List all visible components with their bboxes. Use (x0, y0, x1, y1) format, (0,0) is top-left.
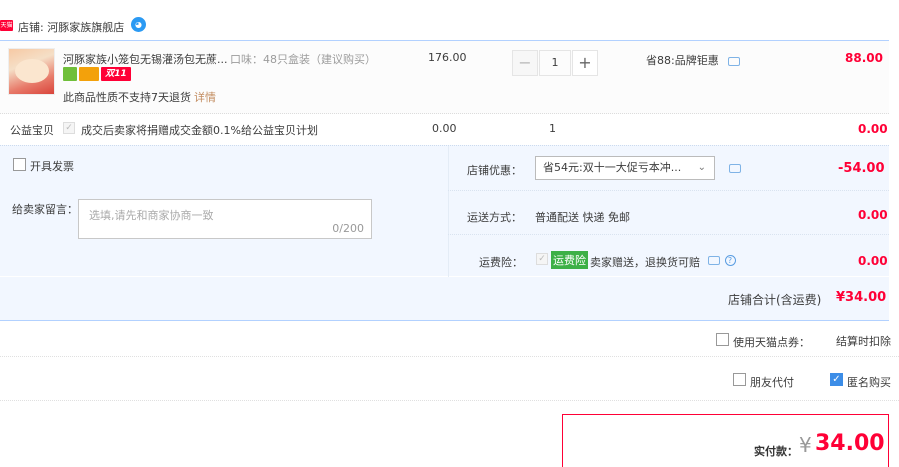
seller-message-counter: 0/200 (332, 222, 364, 235)
anonymous-purchase-label: 匿名购买 (847, 376, 891, 389)
charity-checkbox: ✓ (63, 122, 75, 134)
shop-coupon-select[interactable]: 省54元:双十一大促亏本冲... ⌄ (535, 156, 715, 180)
row-divider (448, 234, 889, 235)
item-subtotal: 88.00 (845, 51, 883, 65)
shipping-insurance-amount: 0.00 (858, 254, 888, 268)
shop-coupon-amount: -54.00 (838, 161, 885, 176)
shipping-insurance-label: 运费险： (479, 256, 523, 269)
invoice-checkbox[interactable] (13, 158, 26, 171)
double-eleven-badge: 双11 (101, 67, 131, 81)
order-item-row: 河豚家族小笼包无锡灌汤包无蔗... 口味：48只盒装（建议购买） 双11 此商品… (0, 40, 889, 114)
tmall-points-label: 使用天猫点券： (733, 336, 810, 349)
chevron-down-icon: ⌄ (697, 162, 706, 173)
shop-name-link[interactable]: 店铺: 河豚家族旗舰店 (18, 19, 124, 35)
unit-price: 176.00 (428, 51, 467, 64)
charity-quantity: 1 (549, 122, 556, 135)
friend-pay-checkbox[interactable] (733, 373, 746, 386)
tmall-badge: 天猫 (0, 20, 13, 31)
anonymous-purchase-checkbox[interactable]: ✓ (830, 373, 843, 386)
card-icon[interactable] (79, 67, 99, 81)
product-badges: 双11 (63, 67, 133, 81)
quantity-input[interactable]: 1 (539, 50, 571, 76)
payment-amount: 34.00 (815, 431, 885, 456)
no-return-notice: 此商品性质不支持7天退货 详情 (63, 89, 216, 105)
comment-icon[interactable] (728, 56, 741, 66)
product-sku: 口味：48只盒装（建议购买） (230, 53, 376, 66)
charity-text: 成交后卖家将捐赠成交金额0.1%给公益宝贝计划 (81, 124, 318, 137)
shop-coupon-value: 省54元:双十一大促亏本冲... (543, 161, 682, 174)
no-return-text: 此商品性质不支持7天退货 (63, 91, 191, 104)
wangwang-chat-icon[interactable]: ◕ (131, 17, 146, 32)
shop-coupon-label: 店铺优惠： (467, 164, 522, 177)
shop-header: 天猫 店铺: 河豚家族旗舰店 ◕ (0, 17, 899, 39)
invoice-label: 开具发票 (30, 160, 74, 173)
quantity-increase-button[interactable]: + (572, 50, 598, 76)
seller-message-label: 给卖家留言： (12, 203, 78, 216)
shipping-method: 普通配送 快递 免邮 (535, 211, 630, 224)
quantity-decrease-button[interactable]: − (512, 50, 538, 76)
shipping-amount: 0.00 (858, 208, 888, 222)
row-divider (0, 356, 899, 357)
order-options-panel: 开具发票 给卖家留言： 选填,请先和商家协商一致 0/200 店铺优惠： 省54… (0, 145, 889, 277)
shipping-insurance-icons: ? (708, 253, 736, 266)
item-discount: 省88:品牌钜惠 (646, 52, 741, 68)
seller-message-placeholder: 选填,请先和商家协商一致 (89, 209, 214, 222)
comment-icon[interactable] (729, 164, 741, 173)
item-discount-text: 省88:品牌钜惠 (646, 54, 719, 67)
tmall-points-checkbox[interactable] (716, 333, 729, 346)
shipping-insurance-tag: 运费险 (551, 251, 588, 269)
comment-icon[interactable] (708, 255, 720, 265)
quantity-stepper: − 1 + (512, 50, 598, 76)
shop-total-bar: 店铺合计(含运费) ¥34.00 (0, 277, 889, 321)
seller-message-textarea[interactable]: 选填,请先和商家协商一致 0/200 (78, 199, 372, 239)
tmall-points-note: 结算时扣除 (836, 335, 891, 348)
detail-link[interactable]: 详情 (194, 91, 216, 104)
payment-label: 实付款： (754, 445, 798, 458)
friend-pay-label: 朋友代付 (750, 376, 794, 389)
product-thumbnail[interactable] (8, 48, 55, 95)
product-image (15, 59, 49, 83)
shipping-insurance-text: 卖家赠送，退换货可赔 (590, 256, 700, 269)
payment-summary-box: 实付款： ¥ 34.00 (562, 414, 889, 467)
product-guarantee-icon[interactable] (63, 67, 77, 81)
shop-total-label: 店铺合计(含运费) (728, 293, 822, 307)
charity-subtotal: 0.00 (858, 122, 888, 136)
shipping-label: 运送方式： (467, 211, 522, 224)
payment-currency: ¥ (799, 433, 812, 457)
help-icon[interactable]: ? (724, 254, 736, 266)
product-title-link[interactable]: 河豚家族小笼包无锡灌汤包无蔗... (63, 51, 228, 67)
charity-label: 公益宝贝 (10, 124, 54, 137)
shop-total-amount: ¥34.00 (836, 290, 887, 305)
charity-price: 0.00 (432, 122, 457, 135)
row-divider (0, 400, 899, 401)
row-divider (448, 190, 889, 191)
shipping-insurance-checkbox: ✓ (536, 253, 548, 265)
